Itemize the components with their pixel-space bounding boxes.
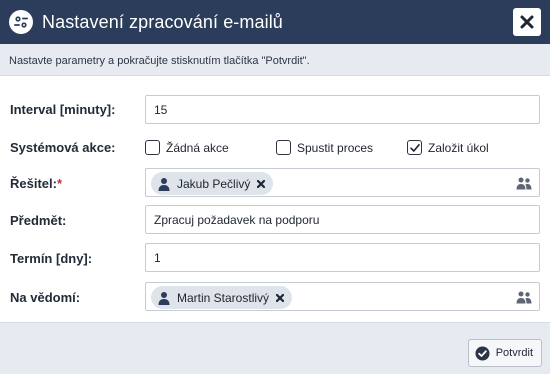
cc-tag: Martin Starostlivý — [151, 286, 293, 309]
subject-value: Zpracuj požadavek na podporu — [154, 213, 320, 227]
system-action-label: Systémová akce: — [10, 140, 116, 155]
interval-input[interactable]: 15 — [145, 95, 540, 124]
cc-input[interactable]: Martin Starostlivý — [145, 282, 540, 311]
users-icon[interactable] — [516, 291, 532, 304]
checkbox-create-task[interactable] — [407, 140, 422, 155]
user-icon — [158, 177, 170, 191]
subject-row: Předmět: Zpracuj požadavek na podporu — [0, 203, 550, 239]
option-no-action[interactable]: Žádná akce — [145, 140, 229, 155]
deadline-label: Termín [dny]: — [10, 251, 93, 266]
option-create-task[interactable]: Založit úkol — [407, 140, 489, 155]
remove-tag-icon[interactable] — [256, 179, 266, 189]
option-run-process[interactable]: Spustit proces — [276, 140, 373, 155]
interval-value: 15 — [154, 103, 168, 117]
info-bar: Nastavte parametry a pokračujte stisknut… — [0, 44, 550, 76]
system-action-row: Systémová akce: Žádná akce Spustit proce… — [0, 132, 550, 168]
settings-form: Interval [minuty]: 15 Systémová akce: Žá… — [0, 76, 550, 322]
remove-tag-icon[interactable] — [275, 293, 285, 303]
cc-tag-label: Martin Starostlivý — [177, 290, 270, 305]
settings-gear-icon — [9, 10, 33, 34]
required-mark: * — [56, 176, 63, 191]
user-icon — [158, 291, 170, 305]
dialog-footer: Potvrdit — [0, 322, 550, 374]
solver-tag-label: Jakub Pečlivý — [177, 176, 251, 191]
interval-row: Interval [minuty]: 15 — [0, 92, 550, 128]
dialog-titlebar: Nastavení zpracování e-mailů — [0, 0, 550, 44]
deadline-value: 1 — [154, 251, 161, 265]
close-icon — [520, 15, 534, 29]
email-processing-dialog: Nastavení zpracování e-mailů Nastavte pa… — [0, 0, 550, 374]
checkbox-run-process[interactable] — [276, 140, 291, 155]
solver-input[interactable]: Jakub Pečlivý — [145, 168, 540, 197]
solver-label-text: Řešitel: — [10, 176, 57, 191]
deadline-input[interactable]: 1 — [145, 243, 540, 272]
checkbox-no-action[interactable] — [145, 140, 160, 155]
solver-label: Řešitel:* — [10, 176, 62, 191]
option-label-create-task: Založit úkol — [428, 140, 489, 155]
option-label-no-action: Žádná akce — [166, 140, 229, 155]
subject-input[interactable]: Zpracuj požadavek na podporu — [145, 205, 540, 234]
solver-tag: Jakub Pečlivý — [151, 172, 274, 195]
interval-label: Interval [minuty]: — [10, 102, 116, 117]
info-text: Nastavte parametry a pokračujte stisknut… — [9, 55, 310, 67]
confirm-button[interactable]: Potvrdit — [467, 339, 542, 367]
dialog-title: Nastavení zpracování e-mailů — [42, 12, 283, 32]
subject-label: Předmět: — [10, 213, 67, 228]
close-button[interactable] — [513, 8, 541, 36]
cc-label: Na vědomí: — [10, 290, 81, 305]
cc-row: Na vědomí: Martin Starostlivý — [0, 280, 550, 316]
check-circle-icon — [475, 345, 490, 361]
deadline-row: Termín [dny]: 1 — [0, 241, 550, 277]
check-icon — [409, 143, 420, 152]
option-label-run-process: Spustit proces — [297, 140, 374, 155]
solver-row: Řešitel:* Jakub Pečlivý — [0, 166, 550, 202]
confirm-label: Potvrdit — [495, 347, 533, 359]
users-icon[interactable] — [516, 177, 532, 190]
